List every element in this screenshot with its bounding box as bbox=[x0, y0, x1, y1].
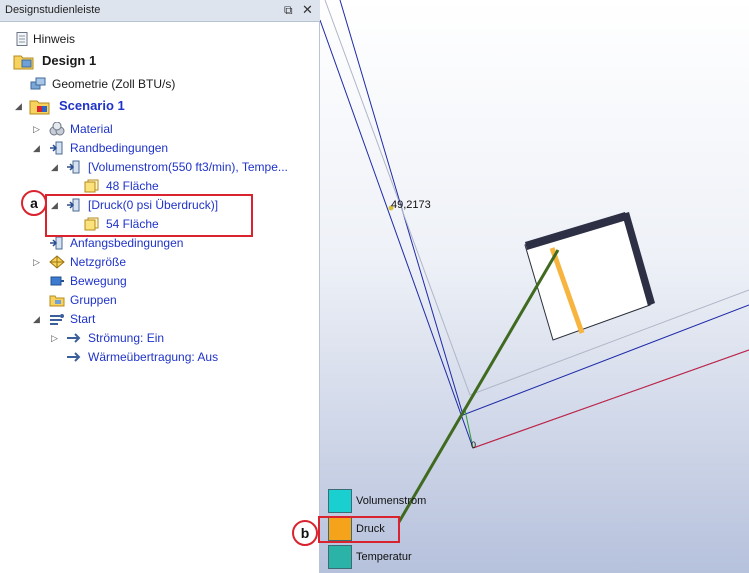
boundary-condition-icon bbox=[67, 160, 80, 174]
callout-a-badge: a bbox=[21, 190, 47, 216]
mesh-icon bbox=[49, 255, 65, 269]
legend-label: Temperatur bbox=[356, 551, 412, 563]
surface-icon bbox=[84, 179, 99, 193]
design-study-bar: Designstudienleiste ⧉ ✕ Hinweis Design 1… bbox=[0, 0, 320, 573]
callout-b-badge: b bbox=[292, 520, 318, 546]
collapse-arrow-icon[interactable]: ◢ bbox=[33, 310, 43, 328]
tree-label: [Volumenstrom(550 ft3/min), Tempe... bbox=[88, 160, 288, 174]
tree-item-bewegung[interactable]: Bewegung bbox=[0, 272, 320, 290]
tree-item-netzgroesse[interactable]: ▷ Netzgröße bbox=[0, 253, 320, 271]
expand-arrow-icon[interactable]: ▷ bbox=[33, 253, 43, 271]
collapse-arrow-icon[interactable]: ◢ bbox=[15, 97, 25, 115]
tree-label: Scenario 1 bbox=[59, 98, 125, 113]
material-icon bbox=[49, 122, 65, 136]
tree-item-material[interactable]: ▷ Material bbox=[0, 120, 320, 138]
legend-swatch-temperatur[interactable] bbox=[328, 545, 352, 569]
design-folder-icon bbox=[13, 55, 34, 70]
tree-label: Netzgröße bbox=[70, 255, 127, 269]
tree-item-scenario-1[interactable]: ◢ Scenario 1 bbox=[0, 97, 320, 115]
tree-label: Wärmeübertragung: Aus bbox=[88, 350, 219, 364]
collapse-arrow-icon[interactable]: ◢ bbox=[33, 139, 43, 157]
heat-transfer-arrow-icon bbox=[67, 352, 81, 362]
tree-item-48-flaeche[interactable]: 48 Fläche bbox=[0, 177, 320, 195]
legend-label: Volumenstrom bbox=[356, 495, 427, 507]
tree-item-randbedingungen[interactable]: ◢ Randbedingungen bbox=[0, 139, 320, 157]
tree-item-geometrie[interactable]: Geometrie (Zoll BTU/s) bbox=[0, 75, 320, 93]
tree-label: Hinweis bbox=[33, 32, 76, 46]
geometry-icon bbox=[30, 77, 46, 90]
initial-condition-icon bbox=[50, 236, 63, 250]
tree-label: Gruppen bbox=[70, 293, 117, 307]
tree-item-stroemung[interactable]: ▷ Strömung: Ein bbox=[0, 329, 320, 347]
note-icon bbox=[16, 32, 28, 46]
tree-label: Bewegung bbox=[70, 274, 127, 288]
3d-viewport[interactable]: 49,2173 0 Volumenstrom Druck Temperatur bbox=[320, 0, 749, 573]
tree-label: Design 1 bbox=[42, 53, 97, 68]
viewport-canvas bbox=[320, 0, 749, 573]
tree-label: Start bbox=[70, 312, 96, 326]
callout-b-box bbox=[318, 516, 400, 543]
tree-label: 48 Fläche bbox=[106, 179, 159, 193]
tree-label: Randbedingungen bbox=[70, 141, 169, 155]
legend-swatch-volumenstrom[interactable] bbox=[328, 489, 352, 513]
tree-item-waermeuebertragung[interactable]: Wärmeübertragung: Aus bbox=[0, 348, 320, 366]
panel-title-bar: Designstudienleiste ⧉ ✕ bbox=[0, 0, 320, 22]
collapse-arrow-icon[interactable]: ◢ bbox=[51, 158, 61, 176]
probe-value-label: 49,2173 bbox=[391, 199, 431, 211]
scenario-icon bbox=[29, 100, 50, 115]
solve-start-icon bbox=[50, 314, 64, 325]
origin-label: 0 bbox=[471, 440, 477, 450]
tree-item-volumenstrom[interactable]: ◢ [Volumenstrom(550 ft3/min), Tempe... bbox=[0, 158, 320, 176]
tree-item-design-1[interactable]: Design 1 bbox=[0, 52, 320, 70]
viewport-background bbox=[320, 0, 749, 573]
flow-arrow-icon bbox=[67, 333, 81, 343]
tree-item-start[interactable]: ◢ Start bbox=[0, 310, 320, 328]
tree-item-gruppen[interactable]: Gruppen bbox=[0, 291, 320, 309]
boundary-condition-icon bbox=[50, 141, 63, 155]
tree-label: Strömung: Ein bbox=[88, 331, 165, 345]
motion-icon bbox=[50, 276, 64, 286]
tree-label: Material bbox=[70, 122, 113, 136]
expand-arrow-icon[interactable]: ▷ bbox=[51, 329, 61, 347]
expand-arrow-icon[interactable]: ▷ bbox=[33, 120, 43, 138]
groups-icon bbox=[49, 295, 65, 307]
restore-window-icon[interactable]: ⧉ bbox=[284, 3, 293, 18]
callout-a-box bbox=[45, 194, 253, 237]
panel-title: Designstudienleiste bbox=[5, 4, 101, 16]
tree-label: Geometrie (Zoll BTU/s) bbox=[52, 77, 176, 91]
tree-item-hinweis[interactable]: Hinweis bbox=[0, 30, 320, 48]
close-icon[interactable]: ✕ bbox=[302, 2, 313, 18]
